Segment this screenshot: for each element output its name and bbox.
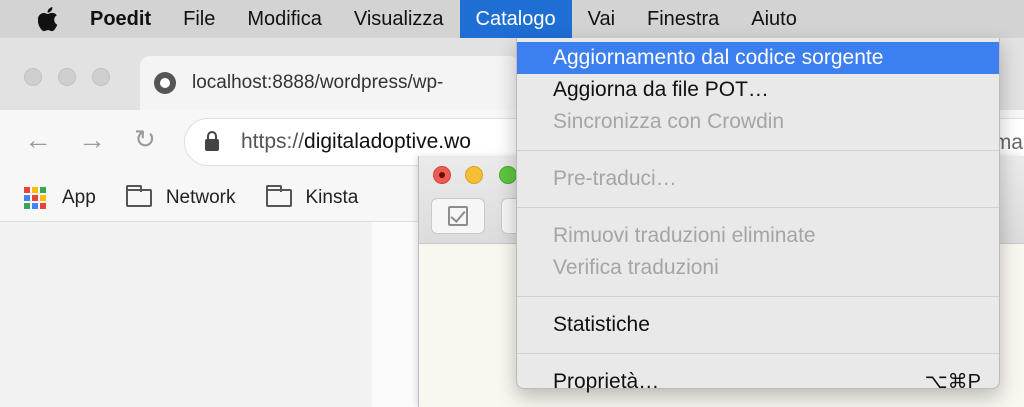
reload-icon[interactable]: ↻	[134, 124, 156, 155]
menu-visualizza[interactable]: Visualizza	[338, 0, 460, 38]
validate-toolbar-button[interactable]	[431, 198, 485, 234]
page-content-strip	[372, 222, 418, 407]
menu-item-validate: Verifica traduzioni	[553, 256, 719, 279]
url-host: digitaladoptive.wo	[304, 130, 471, 153]
menu-aiuto[interactable]: Aiuto	[735, 0, 813, 38]
menu-item-properties[interactable]: Proprietà… ⌥⌘P	[517, 366, 999, 398]
window-minimize-button[interactable]	[58, 68, 76, 86]
folder-icon	[265, 184, 292, 207]
poedit-close-button[interactable]	[433, 166, 451, 184]
menu-separator	[517, 207, 999, 208]
site-favicon-icon	[154, 72, 176, 94]
menu-separator	[517, 296, 999, 297]
keyboard-shortcut: ⌥⌘P	[924, 371, 981, 393]
window-close-button[interactable]	[24, 68, 42, 86]
bookmark-label: App	[62, 186, 96, 208]
bookmark-label: Network	[165, 186, 236, 208]
menu-file[interactable]: File	[167, 0, 231, 38]
bookmark-network[interactable]: Network	[125, 184, 236, 209]
menu-item-sync-crowdin: Sincronizza con Crowdin	[553, 110, 785, 133]
menu-catalogo[interactable]: Catalogo	[459, 0, 572, 38]
menu-modifica[interactable]: Modifica	[231, 0, 337, 38]
menu-item-pretranslate: Pre-traduci…	[553, 167, 677, 190]
folder-icon	[125, 184, 152, 207]
catalogo-dropdown-menu: Aggiornamento dal codice sorgente Aggior…	[516, 38, 1000, 393]
menu-item-update-from-pot[interactable]: Aggiorna da file POT…	[517, 74, 999, 106]
menu-item-label: Proprietà…	[553, 370, 660, 393]
menu-item-remove-obsolete: Rimuovi traduzioni eliminate	[553, 224, 816, 247]
menu-item-update-from-source[interactable]: Aggiornamento dal codice sorgente	[517, 42, 999, 74]
back-arrow-icon[interactable]: ←	[24, 124, 52, 156]
forward-arrow-icon[interactable]: →	[78, 124, 106, 156]
page-content-area	[0, 222, 372, 407]
menu-separator	[517, 353, 999, 354]
apple-icon[interactable]	[34, 0, 64, 38]
menu-vai[interactable]: Vai	[572, 0, 631, 38]
bookmark-apps[interactable]: App	[24, 186, 96, 209]
macos-menu-bar: Poedit File Modifica Visualizza Catalogo…	[0, 0, 1024, 38]
poedit-zoom-button[interactable]	[499, 166, 517, 184]
checkbox-icon	[448, 206, 468, 226]
browser-tab[interactable]: localhost:8888/wordpress/wp-	[140, 56, 520, 110]
browser-tab-title: localhost:8888/wordpress/wp-	[192, 72, 444, 93]
menu-item-statistics[interactable]: Statistiche	[517, 309, 999, 341]
url-scheme: https://	[241, 130, 305, 153]
bookmark-kinsta[interactable]: Kinsta	[265, 184, 359, 209]
apps-grid-icon	[24, 186, 46, 209]
lock-icon	[205, 131, 219, 151]
menu-finestra[interactable]: Finestra	[631, 0, 735, 38]
window-zoom-button[interactable]	[92, 68, 110, 86]
menu-poedit[interactable]: Poedit	[64, 0, 167, 38]
poedit-minimize-button[interactable]	[465, 166, 483, 184]
bookmark-label: Kinsta	[305, 186, 359, 208]
menu-separator	[517, 150, 999, 151]
